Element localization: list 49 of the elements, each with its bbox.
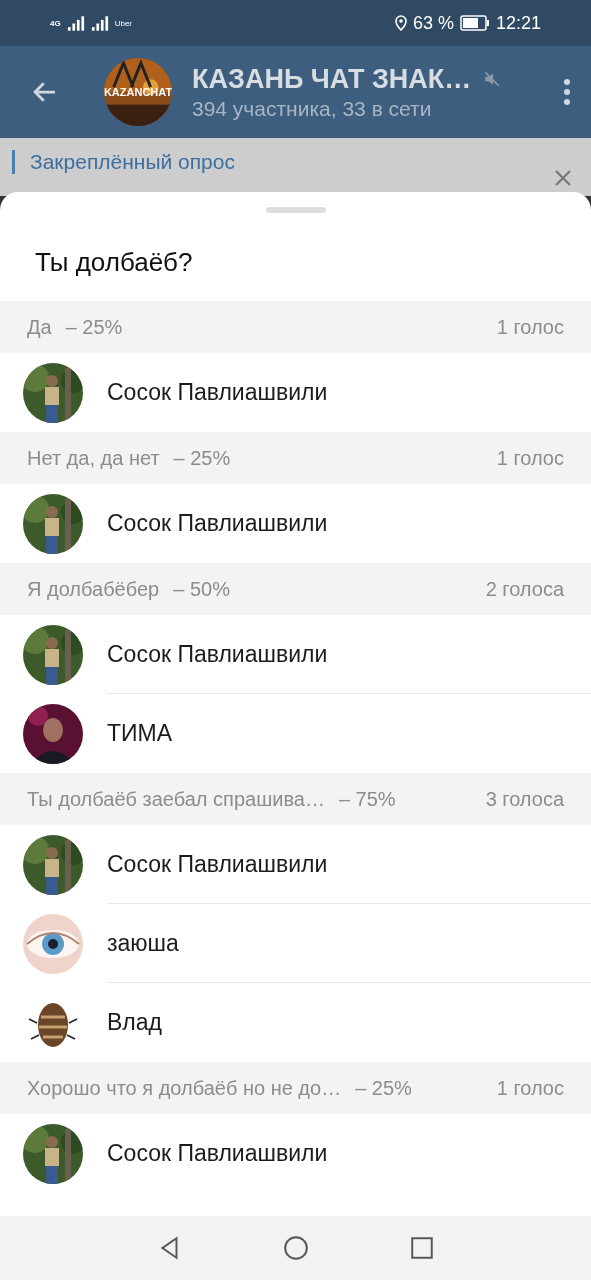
voter-name: заюша <box>107 930 179 957</box>
option-percent: – 25% <box>173 446 231 470</box>
voter-row[interactable]: Сосок Павлиашвили <box>0 615 591 694</box>
vote-count: 3 голоса <box>485 787 564 811</box>
voter-name: Влад <box>107 1009 162 1036</box>
carrier-label: Uber <box>114 18 132 28</box>
voter-row[interactable]: Сосок Павлиашвили <box>0 353 591 432</box>
vote-count: 1 голос <box>496 446 564 470</box>
option-percent: – 75% <box>338 787 396 811</box>
drag-handle[interactable] <box>265 207 326 213</box>
close-icon[interactable] <box>553 168 573 188</box>
option-text: Ты долбаёб заебал спрашива… <box>27 787 325 811</box>
vote-count: 1 голос <box>496 315 564 339</box>
voter-row[interactable]: Сосок Павлиашвили <box>0 825 591 904</box>
voter-row[interactable]: Влад <box>0 983 591 1062</box>
option-text: Хорошо что я долбаёб но не до… <box>27 1076 342 1100</box>
home-circle-icon[interactable] <box>282 1235 309 1261</box>
pinned-label: Закреплённый опрос <box>30 150 236 174</box>
voter-row[interactable]: Сосок Павлиашвили <box>0 484 591 563</box>
avatar-logo-text: KAZANCHAT <box>104 86 172 98</box>
network-label: 4G <box>50 18 61 28</box>
signal-icon <box>66 15 85 31</box>
voter-name: Сосок Павлиашвили <box>107 851 328 878</box>
clock: 12:21 <box>495 12 541 34</box>
voter-name: Сосок Павлиашвили <box>107 641 328 668</box>
battery-icon <box>459 15 490 31</box>
poll-question: Ты долбаёб? <box>34 246 194 279</box>
option-text: Нет да, да нет <box>27 446 160 470</box>
chat-title: КАЗАНЬ ЧАТ ЗНАК… <box>192 63 472 95</box>
option-percent: – 50% <box>173 577 230 601</box>
battery-percent: 63 % <box>412 12 454 34</box>
voter-row[interactable]: Сосок Павлиашвили <box>0 1114 591 1193</box>
voter-name: ТИМА <box>107 720 173 747</box>
option-text: Я долбабёбер <box>27 577 160 601</box>
option-text: Да <box>27 315 52 339</box>
chat-subtitle: 394 участника, 33 в сети <box>192 96 433 121</box>
recents-square-icon[interactable] <box>408 1235 435 1261</box>
voter-name: Сосок Павлиашвили <box>107 379 328 406</box>
location-icon <box>394 15 407 31</box>
voter-name: Сосок Павлиашвили <box>107 510 328 537</box>
option-percent: – 25% <box>355 1076 412 1100</box>
voter-row[interactable]: ТИМА <box>0 694 591 773</box>
vote-count: 1 голос <box>496 1076 564 1100</box>
voter-name: Сосок Павлиашвили <box>107 1140 328 1167</box>
option-percent: – 25% <box>65 315 123 339</box>
more-menu-icon[interactable] <box>563 78 571 106</box>
voter-row[interactable]: заюша <box>0 904 591 983</box>
signal-icon <box>90 15 109 31</box>
vote-count: 2 голоса <box>485 577 564 601</box>
